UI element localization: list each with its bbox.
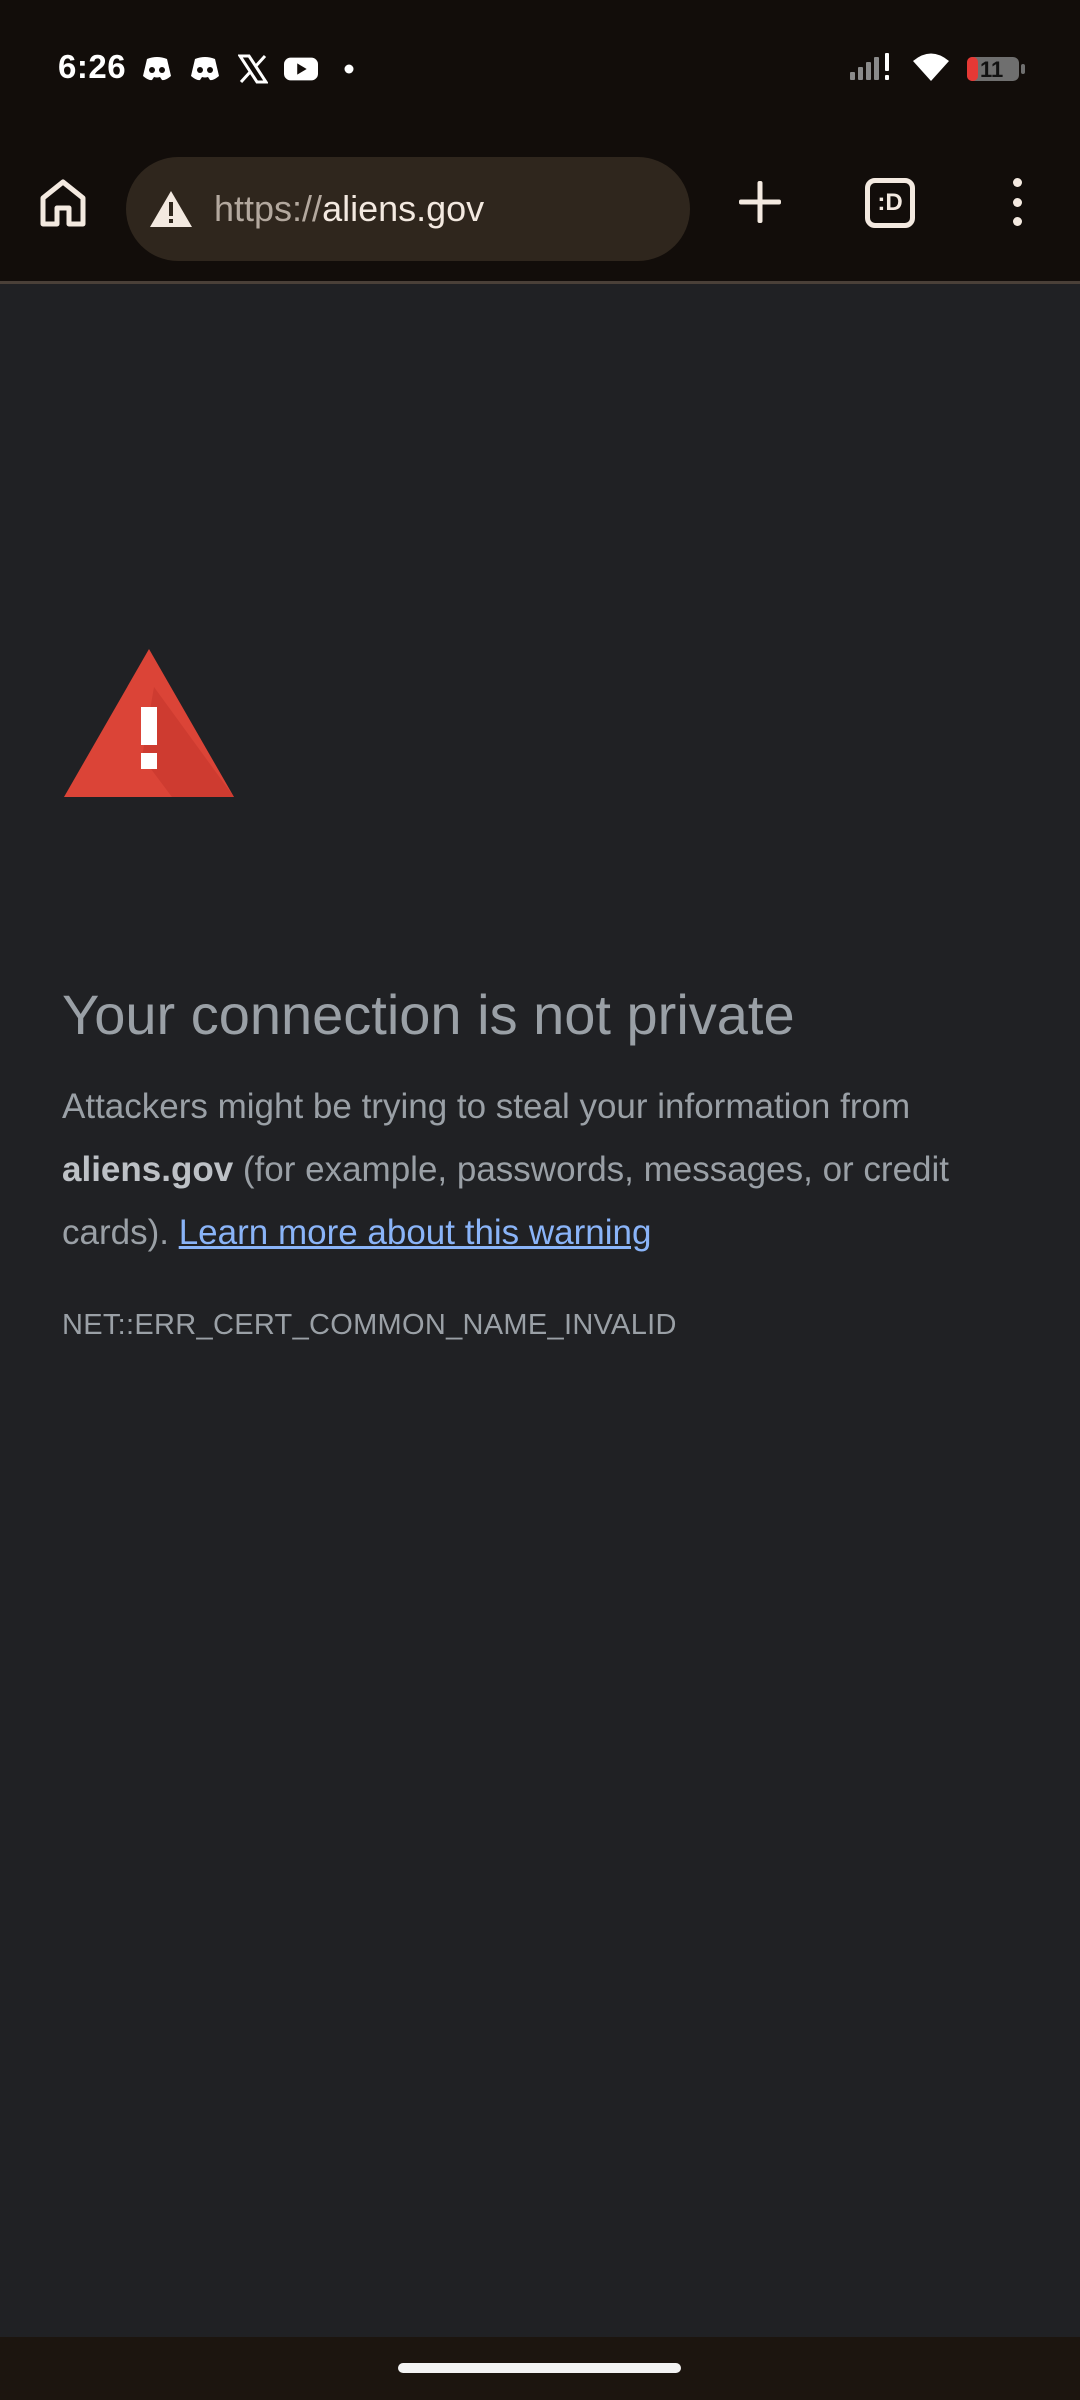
tab-switcher-button[interactable]: :D [865, 178, 915, 228]
discord-icon [188, 52, 222, 86]
menu-dot [1012, 217, 1022, 226]
explanation-text: Attackers might be trying to steal your … [62, 1075, 1022, 1264]
status-right: 11 [848, 50, 1026, 88]
status-bar: 6:26 11 [0, 0, 1080, 138]
notification-icons [140, 52, 366, 86]
warning-triangle-icon [64, 649, 234, 797]
gesture-nav-bar [0, 2337, 1080, 2400]
browser-toolbar: https://aliens.gov :D [0, 138, 1080, 284]
error-code: NET::ERR_CERT_COMMON_NAME_INVALID [62, 1309, 677, 1341]
url-scheme: https:// [214, 188, 323, 229]
interstitial-page: Your connection is not private Attackers… [0, 287, 1080, 2337]
discord-icon [140, 52, 174, 86]
x-icon [236, 52, 270, 86]
url-bar[interactable]: https://aliens.gov [126, 157, 690, 261]
home-indicator[interactable] [398, 2363, 681, 2373]
battery-level: 11 [980, 57, 1004, 82]
plus-icon [739, 181, 781, 223]
status-time: 6:26 [58, 48, 127, 85]
warning-icon[interactable] [146, 184, 196, 234]
more-menu-button[interactable] [1000, 172, 1034, 232]
signal-icon [848, 52, 896, 87]
page-title: Your connection is not private [62, 983, 795, 1046]
url-text[interactable]: https://aliens.gov [214, 188, 484, 230]
home-button[interactable] [34, 174, 92, 232]
youtube-icon [284, 52, 318, 86]
explanation-prefix: Attackers might be trying to steal your … [62, 1087, 911, 1126]
battery-icon: 11 [966, 54, 1026, 84]
new-tab-button[interactable] [730, 172, 790, 232]
home-icon [40, 179, 86, 227]
dot-icon [332, 52, 366, 86]
url-host: aliens.gov [322, 188, 485, 229]
wifi-icon [912, 52, 950, 87]
learn-more-link[interactable]: Learn more about this warning [179, 1213, 652, 1252]
explanation-host: aliens.gov [62, 1150, 234, 1189]
menu-dot [1012, 197, 1022, 207]
menu-dot [1012, 178, 1022, 187]
